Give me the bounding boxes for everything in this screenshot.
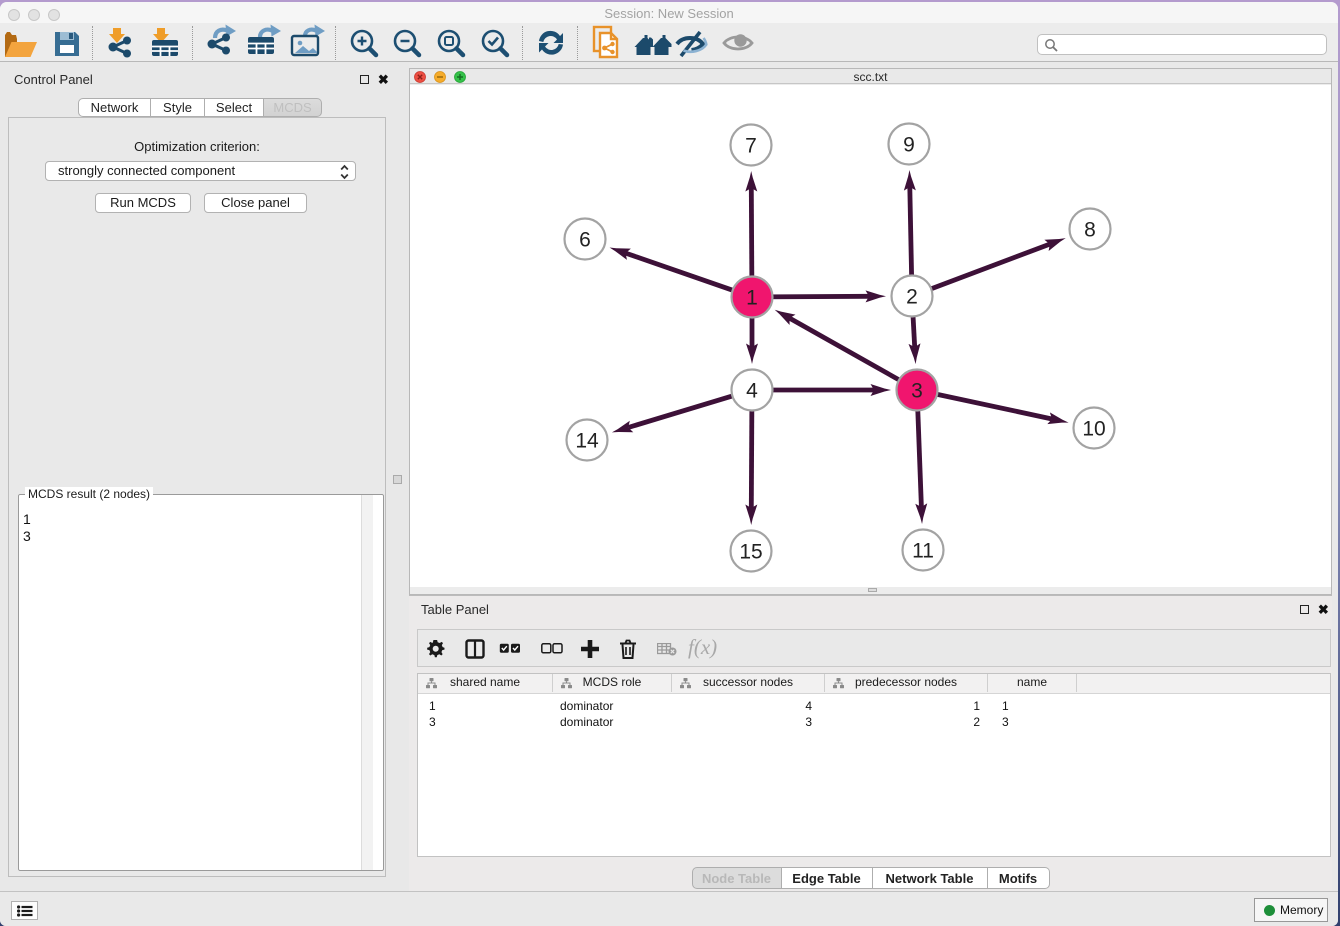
svg-text:9: 9 [903,134,915,157]
svg-text:14: 14 [575,430,599,453]
svg-text:7: 7 [745,135,757,158]
svg-text:4: 4 [746,380,758,403]
svg-text:8: 8 [1084,219,1096,242]
svg-text:6: 6 [579,229,591,252]
svg-text:11: 11 [912,540,934,563]
svg-text:3: 3 [911,380,923,403]
svg-text:15: 15 [739,541,762,564]
svg-text:2: 2 [906,286,918,309]
svg-text:10: 10 [1082,418,1105,441]
svg-text:1: 1 [746,287,758,310]
